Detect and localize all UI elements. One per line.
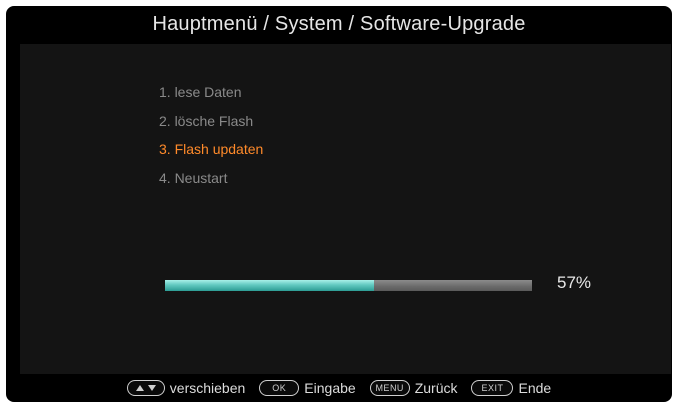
hint-ok[interactable]: OK Eingabe <box>259 380 356 396</box>
step-restart: 4. Neustart <box>159 169 228 186</box>
progress-row: 57% <box>165 273 645 297</box>
ok-key[interactable]: OK <box>259 380 300 396</box>
step-erase-flash: 2. lösche Flash <box>159 112 254 129</box>
progress-percent: 57% <box>557 273 592 292</box>
hint-navigate-label: verschieben <box>169 380 246 396</box>
upgrade-steps-list: 1. lese Daten 2. lösche Flash 3. Flash u… <box>159 78 263 192</box>
step-read-data: 1. lese Daten <box>159 84 242 100</box>
hint-navigate[interactable]: verschieben <box>126 380 246 396</box>
hint-exit[interactable]: EXIT Ende <box>471 380 551 396</box>
progress-bar <box>165 280 532 291</box>
content-panel: 1. lese Daten 2. lösche Flash 3. Flash u… <box>20 44 671 374</box>
progress-fill <box>165 280 375 291</box>
hint-exit-label: Ende <box>518 380 552 396</box>
step-update-flash: 3. Flash updaten <box>159 141 264 157</box>
footer-hints: verschieben OK Eingabe MENU Zurück EXIT … <box>6 374 672 402</box>
hint-menu-label: Zurück <box>414 380 458 396</box>
title-bar: Hauptmenü / System / Software-Upgrade <box>6 6 672 42</box>
exit-key[interactable]: EXIT <box>471 380 514 396</box>
menu-key[interactable]: MENU <box>369 380 410 396</box>
page-title: Hauptmenü / System / Software-Upgrade <box>152 12 526 35</box>
hint-ok-label: Eingabe <box>304 380 356 396</box>
upgrade-screen: Hauptmenü / System / Software-Upgrade 1.… <box>6 6 672 402</box>
hint-menu[interactable]: MENU Zurück <box>369 380 458 396</box>
up-down-arrows-icon[interactable] <box>126 380 165 396</box>
